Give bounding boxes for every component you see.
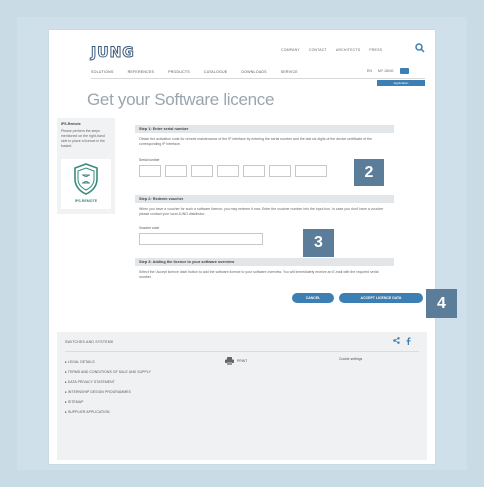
cart-icon[interactable] (399, 68, 409, 74)
topnav-architects[interactable]: ARCHITECTS (336, 48, 360, 52)
main-navigation: SOLUTIONS REFERENCES PRODUCTS CATALOGUE … (91, 70, 298, 74)
badge-label: IPS-REMOTE (74, 199, 98, 203)
serial-field-2[interactable] (165, 165, 187, 177)
serial-field-7[interactable] (295, 165, 327, 177)
footer-links: ▸ LEGAL DETAILS ▸ TERMS AND CONDITIONS O… (65, 357, 151, 417)
callout-3: 3 (303, 229, 334, 257)
shield-icon (74, 163, 98, 195)
account-bar: EN MY JUNG (367, 68, 409, 74)
language-selector[interactable]: EN (367, 69, 372, 73)
browser-page: JUNG COMPANY CONTACT ARCHITECTS PRESS SO… (49, 30, 435, 464)
site-footer: SWITCHES AND SYSTEMS ▸ LEGAL DETAILS ▸ T… (57, 332, 427, 460)
nav-service[interactable]: SERVICE (281, 70, 298, 74)
nav-downloads[interactable]: DOWNLOADS (241, 70, 266, 74)
share-icon[interactable] (393, 337, 400, 344)
nav-divider (91, 78, 425, 79)
footer-link[interactable]: ▸ DATA PRIVACY STATEMENT (65, 377, 151, 387)
serial-field-6[interactable] (269, 165, 291, 177)
footer-link[interactable]: ▸ LEGAL DETAILS (65, 357, 151, 367)
print-label: PRINT (237, 359, 248, 363)
top-navigation: COMPANY CONTACT ARCHITECTS PRESS (281, 48, 382, 52)
footer-link[interactable]: ▸ SITEMAP (65, 397, 151, 407)
cookie-settings-link[interactable]: Cookie settings (339, 357, 362, 361)
social-icons (393, 337, 411, 345)
serial-field-4[interactable] (217, 165, 239, 177)
jung-logo[interactable]: JUNG (91, 45, 135, 62)
cancel-button[interactable]: CANCEL (292, 293, 334, 303)
step1-text: Obtain the activation code for remote ma… (139, 137, 373, 146)
footer-heading: SWITCHES AND SYSTEMS (65, 340, 114, 344)
product-card: IPS-Remote Please perform the steps ment… (57, 118, 115, 214)
voucher-code-input[interactable] (139, 233, 263, 245)
footer-link[interactable]: ▸ TERMS AND CONDITIONS OF SALE AND SUPPL… (65, 367, 151, 377)
topnav-contact[interactable]: CONTACT (309, 48, 327, 52)
facebook-icon[interactable] (406, 337, 411, 345)
page-title: Get your Software licence (87, 90, 275, 109)
search-icon[interactable] (415, 43, 425, 53)
card-description: Please perform the steps mentioned on th… (61, 129, 105, 148)
nav-solutions[interactable]: SOLUTIONS (91, 70, 114, 74)
accept-licence-button[interactable]: ACCEPT LICENCE DATA (339, 293, 423, 303)
nav-references[interactable]: REFERENCES (128, 70, 155, 74)
print-link[interactable]: PRINT (225, 357, 247, 365)
step3-header: Step 3: Adding the licence to your softw… (135, 258, 394, 266)
product-badge: IPS-REMOTE (61, 159, 111, 209)
nav-products[interactable]: PRODUCTS (168, 70, 190, 74)
step1-header: Step 1: Enter serial number (135, 125, 394, 133)
step2-text: When you have a voucher for such a softw… (139, 207, 384, 216)
step2-header: Step 2: Redeem voucher (135, 195, 394, 203)
callout-2: 2 (354, 159, 384, 186)
footer-link[interactable]: ▸ SUPPLIER APPLICATION (65, 407, 151, 417)
card-title: IPS-Remote (61, 122, 81, 126)
callout-4: 4 (426, 289, 457, 318)
footer-link[interactable]: ▸ INTERNSHIP DESIGN PROGRAMMES (65, 387, 151, 397)
serial-field-1[interactable] (139, 165, 161, 177)
serial-field-5[interactable] (243, 165, 265, 177)
active-tab[interactable]: Application (377, 80, 425, 86)
nav-catalogue[interactable]: CATALOGUE (204, 70, 227, 74)
serial-number-fields (139, 165, 327, 177)
serial-number-label: Serial number (139, 158, 160, 162)
step3-text: Select the 'Accept licence data' button … (139, 270, 379, 279)
topnav-company[interactable]: COMPANY (281, 48, 300, 52)
my-account-link[interactable]: MY JUNG (378, 69, 394, 73)
footer-divider (65, 351, 419, 352)
printer-icon (225, 357, 234, 365)
topnav-press[interactable]: PRESS (369, 48, 382, 52)
serial-field-3[interactable] (191, 165, 213, 177)
voucher-code-label: Voucher code (139, 226, 160, 230)
